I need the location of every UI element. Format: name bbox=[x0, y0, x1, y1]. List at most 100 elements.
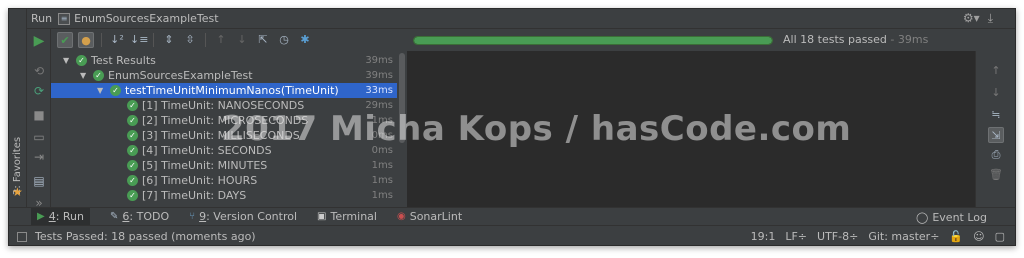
notifications-icon[interactable]: ▢ bbox=[995, 230, 1005, 243]
tree-row-duration: 39ms bbox=[365, 55, 393, 66]
layout-icon[interactable]: ▭ bbox=[31, 129, 47, 145]
tree-row[interactable]: ▼ ✓ EnumSourcesExampleTest 39ms bbox=[51, 68, 397, 83]
tree-row[interactable]: ✓ [3] TimeUnit: MILLISECONDS 0ms bbox=[51, 128, 397, 143]
tree-scrollbar[interactable] bbox=[397, 51, 407, 207]
soft-wrap-icon[interactable]: ≒ bbox=[988, 107, 1004, 123]
tree-row[interactable]: ✓ [1] TimeUnit: NANOSECONDS 29ms bbox=[51, 98, 397, 113]
tool-tab[interactable]: ⑂ 9: Version Control bbox=[189, 208, 297, 226]
git-branch[interactable]: Git: master÷ bbox=[868, 230, 939, 243]
star-icon: ★ bbox=[12, 185, 23, 199]
show-ignored-icon[interactable]: ● bbox=[78, 32, 94, 48]
test-progress-bar bbox=[413, 36, 773, 45]
sonarlint-icon: ◉ bbox=[396, 211, 406, 222]
tree-row-label: EnumSourcesExampleTest bbox=[108, 69, 253, 82]
console-toolbar: ↑ ↓ ≒ ⇲ ⎙ 🗑 bbox=[975, 51, 1015, 207]
tool-tab[interactable]: ✎ 6: TODO bbox=[110, 208, 169, 226]
test-passed-icon: ✓ bbox=[127, 175, 138, 186]
test-history-icon[interactable]: ◷ bbox=[276, 32, 292, 48]
test-status: All 18 tests passed - 39ms bbox=[783, 33, 928, 46]
expand-caret-icon[interactable]: ▼ bbox=[63, 53, 69, 68]
caret-position[interactable]: 19:1 bbox=[751, 230, 776, 243]
collapse-all-icon[interactable]: ⇳ bbox=[182, 32, 198, 48]
exit-icon[interactable]: ⇥ bbox=[31, 149, 47, 165]
toggle-autotest-icon[interactable]: ⟳ bbox=[31, 83, 47, 99]
tree-row-label: testTimeUnitMinimumNanos(TimeUnit) bbox=[125, 84, 339, 97]
test-results-tree: ▼ ✓ Test Results 39ms ▼ ✓ EnumSourcesExampleTe… bbox=[51, 51, 397, 207]
tree-row-duration: 0ms bbox=[371, 130, 393, 141]
tree-row-duration: 1ms bbox=[371, 160, 393, 171]
sort-by-duration-icon[interactable]: ↓≡ bbox=[130, 32, 148, 48]
toolbar-separator bbox=[101, 33, 102, 47]
hide-icon[interactable]: ⤓ bbox=[988, 11, 993, 26]
expand-caret-icon[interactable]: ▼ bbox=[80, 68, 86, 83]
tool-tab-label: 9: Version Control bbox=[199, 210, 297, 223]
toggle-tool-windows-icon[interactable] bbox=[17, 231, 27, 242]
dump-threads-icon[interactable]: ▤ bbox=[31, 173, 47, 189]
event-log-label: Event Log bbox=[932, 210, 987, 224]
rerun-icon[interactable]: ▶ bbox=[31, 33, 47, 49]
test-passed-icon: ✓ bbox=[127, 190, 138, 201]
print-icon[interactable]: ⎙ bbox=[988, 147, 1004, 163]
test-passed-icon: ✓ bbox=[110, 85, 121, 96]
line-separator[interactable]: LF÷ bbox=[785, 230, 807, 243]
stop-icon[interactable]: ■ bbox=[31, 107, 47, 123]
tool-tab-label: 4: Run bbox=[49, 210, 84, 223]
tree-row[interactable]: ✓ [2] TimeUnit: MICROSECONDS 1ms bbox=[51, 113, 397, 128]
test-status-text: All 18 tests passed bbox=[783, 33, 887, 46]
scroll-to-end-icon[interactable]: ⇲ bbox=[988, 127, 1004, 143]
vcs-icon: ⑂ bbox=[189, 211, 196, 222]
rerun-failed-icon[interactable]: ⟲ bbox=[31, 63, 47, 79]
tree-row[interactable]: ✓ [4] TimeUnit: SECONDS 0ms bbox=[51, 143, 397, 158]
down-arrow-icon[interactable]: ↓ bbox=[988, 85, 1004, 101]
tool-tab-key: 4 bbox=[48, 210, 56, 223]
up-arrow-icon[interactable]: ↑ bbox=[988, 63, 1004, 79]
tool-window-title: Run bbox=[31, 12, 53, 25]
tree-row-label: [1] TimeUnit: NANOSECONDS bbox=[142, 99, 305, 112]
next-failed-icon[interactable]: ↓ bbox=[234, 32, 250, 48]
tool-tab-text: : Version Control bbox=[206, 210, 298, 223]
sort-alphabetically-icon[interactable]: ↓² bbox=[109, 32, 125, 48]
tree-row[interactable]: ✓ [5] TimeUnit: MINUTES 1ms bbox=[51, 158, 397, 173]
tree-row[interactable]: ▼ ✓ Test Results 39ms bbox=[51, 53, 397, 68]
export-results-icon[interactable]: ⇱ bbox=[255, 32, 271, 48]
settings-icon[interactable]: ✱ bbox=[297, 32, 313, 48]
test-toolbar: ✔ ● ↓² ↓≡ ⇕ ⇳ ↑ ↓ ⇱ ◷ ✱ bbox=[51, 29, 407, 51]
tool-tab[interactable]: ▣ Terminal bbox=[317, 208, 377, 226]
show-passed-icon[interactable]: ✔ bbox=[57, 32, 73, 48]
hector-icon[interactable]: ☺ bbox=[973, 230, 984, 243]
test-passed-icon: ✓ bbox=[127, 160, 138, 171]
run-icon: ▶ bbox=[37, 211, 45, 222]
test-passed-icon: ✓ bbox=[127, 100, 138, 111]
previous-failed-icon[interactable]: ↑ bbox=[213, 32, 229, 48]
event-log-icon: ◯ bbox=[916, 210, 929, 224]
tool-tab-text: : TODO bbox=[129, 210, 170, 223]
tree-row[interactable]: ✓ [6] TimeUnit: HOURS 1ms bbox=[51, 173, 397, 188]
lock-icon[interactable]: 🔓 bbox=[949, 230, 963, 243]
run-side-toolbar: ▶ ⟲ ⟳ ■ ▭ ⇥ ▤ » bbox=[27, 29, 51, 210]
trash-icon[interactable]: 🗑 bbox=[988, 167, 1004, 183]
expand-all-icon[interactable]: ⇕ bbox=[161, 32, 177, 48]
tree-row-label: [4] TimeUnit: SECONDS bbox=[142, 144, 272, 157]
tool-tab[interactable]: ◉ SonarLint bbox=[397, 208, 462, 226]
tree-row-duration: 1ms bbox=[371, 175, 393, 186]
tool-tab[interactable]: ▶ 4: Run bbox=[31, 207, 90, 226]
tool-window-bar: ▶ 4: Run ✎ 6: TODO ⑂ 9: Version Control ▣ Termi… bbox=[9, 207, 1015, 226]
favorites-strip: 2: Favorites ★ bbox=[9, 9, 27, 207]
event-log-tab[interactable]: ◯ Event Log bbox=[916, 208, 987, 226]
expand-caret-icon[interactable]: ▼ bbox=[97, 83, 103, 98]
test-progress-header: All 18 tests passed - 39ms bbox=[407, 29, 1015, 51]
tree-row-label: [5] TimeUnit: MINUTES bbox=[142, 159, 268, 172]
run-config-icon: ≡ bbox=[58, 12, 71, 25]
tree-row-duration: 33ms bbox=[365, 85, 393, 96]
tree-row-duration: 1ms bbox=[371, 115, 393, 126]
file-encoding[interactable]: UTF-8÷ bbox=[817, 230, 858, 243]
test-passed-icon: ✓ bbox=[127, 130, 138, 141]
tree-row-duration: 1ms bbox=[371, 190, 393, 201]
test-passed-icon: ✓ bbox=[127, 115, 138, 126]
test-passed-icon: ✓ bbox=[93, 70, 104, 81]
console-output[interactable] bbox=[407, 51, 977, 207]
tree-row[interactable]: ✓ [7] TimeUnit: DAYS 1ms bbox=[51, 188, 397, 203]
gear-icon[interactable]: ⚙▾ bbox=[963, 11, 980, 26]
tree-scroll-thumb[interactable] bbox=[399, 53, 405, 143]
tree-row[interactable]: ▼ ✓ testTimeUnitMinimumNanos(TimeUnit) 33ms bbox=[51, 83, 397, 98]
